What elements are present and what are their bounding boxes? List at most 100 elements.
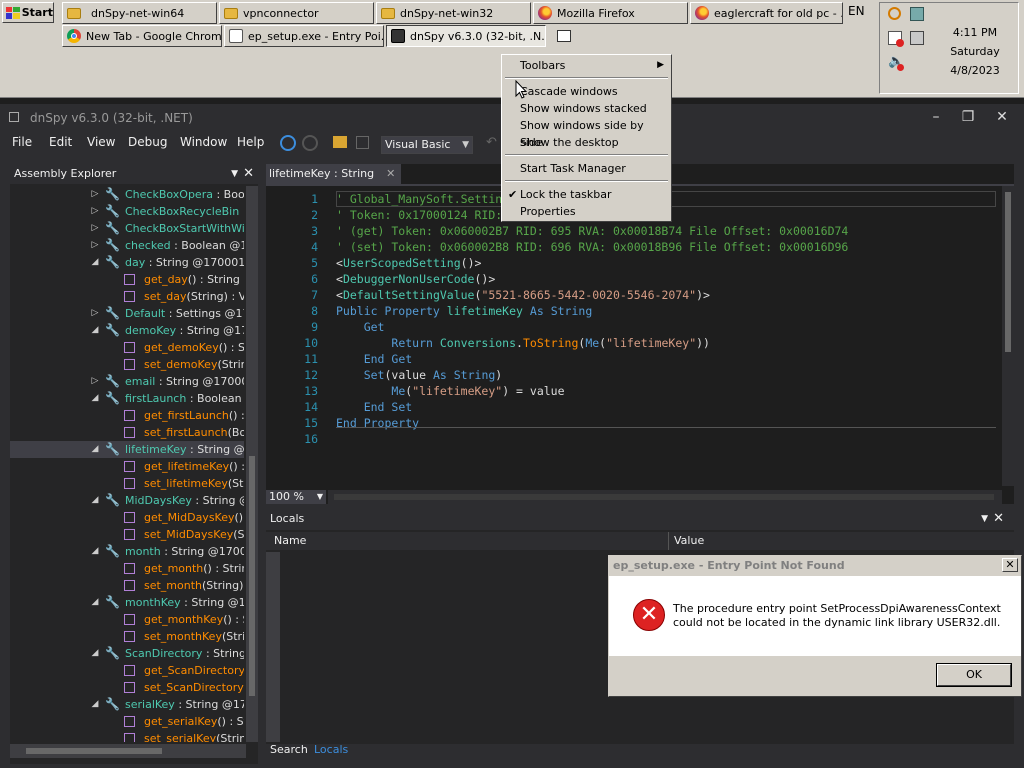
tree-item[interactable]: get_MidDaysKey() : — [10, 509, 244, 526]
tree-item[interactable]: get_day() : String @ — [10, 271, 244, 288]
tree-item[interactable]: ▷ 🔧 CheckBoxOpera : Boolea — [10, 186, 244, 203]
tree-item[interactable]: ◢ 🔧 demoKey : String @1700 — [10, 322, 244, 339]
tree-item[interactable]: ▷ 🔧 CheckBoxStartWithWind — [10, 220, 244, 237]
taskbar-item-dnspy-net-win64[interactable]: dnSpy-net-win64 — [62, 2, 217, 24]
column-value[interactable]: Value — [674, 532, 704, 550]
tab-search[interactable]: Search — [270, 740, 308, 760]
dropdown-icon[interactable]: ▼ — [981, 508, 988, 530]
expander-icon[interactable]: ▷ — [90, 186, 100, 203]
close-icon[interactable]: ✕ — [1002, 558, 1018, 572]
open-folder-icon[interactable] — [333, 136, 347, 148]
expander-icon[interactable]: ▷ — [90, 220, 100, 237]
tree-item[interactable]: ◢ 🔧 lifetimeKey : String @170 — [10, 441, 244, 458]
expander-icon[interactable]: ◢ — [90, 543, 100, 560]
menu-item-toolbars[interactable]: Toolbars ▶ — [504, 57, 669, 74]
start-button[interactable]: Start — [2, 2, 54, 23]
close-icon[interactable]: ✕ — [386, 167, 395, 180]
tree-item[interactable]: ▷ 🔧 checked : Boolean @170 — [10, 237, 244, 254]
expander-icon[interactable]: ◢ — [90, 594, 100, 611]
expander-icon[interactable]: ◢ — [90, 696, 100, 713]
vertical-scrollbar[interactable] — [246, 186, 258, 742]
expander-icon[interactable]: ▷ — [90, 373, 100, 390]
tree-item[interactable]: set_lifetimeKey(Strin — [10, 475, 244, 492]
forward-icon[interactable] — [302, 135, 318, 151]
editor-vertical-scrollbar[interactable] — [1002, 186, 1014, 486]
assembly-tree[interactable]: ▷ 🔧 CheckBoxOpera : Boolea ▷ 🔧 CheckBoxRecycl… — [10, 186, 244, 742]
tree-item[interactable]: ◢ 🔧 ScanDirectory : String @ — [10, 645, 244, 662]
menu-item-show-windows-stacked[interactable]: Show windows stacked — [504, 100, 669, 117]
menu-item-start-task-manager[interactable]: Start Task Manager — [504, 160, 669, 177]
expander-icon[interactable]: ◢ — [90, 645, 100, 662]
menu-debug[interactable]: Debug — [128, 135, 167, 149]
ok-button[interactable]: OK — [936, 663, 1012, 687]
expander-icon[interactable]: ◢ — [90, 441, 100, 458]
horizontal-scrollbar[interactable] — [10, 744, 246, 758]
menu-item-show-the-desktop[interactable]: Show the desktop — [504, 134, 669, 151]
taskbar-item-dnspy[interactable]: dnSpy v6.3.0 (32-bit, .N... — [386, 25, 546, 47]
tree-item[interactable]: set_day(String) : Voi — [10, 288, 244, 305]
tree-item[interactable]: ◢ 🔧 MidDaysKey : String @1: — [10, 492, 244, 509]
taskbar-item-mozilla-firefox[interactable]: Mozilla Firefox — [533, 2, 688, 24]
menu-item-cascade-windows[interactable]: Cascade windows — [504, 83, 669, 100]
tree-item[interactable]: set_firstLaunch(Bool — [10, 424, 244, 441]
maximize-icon[interactable]: ❐ — [958, 108, 978, 126]
tree-item[interactable]: get_firstLaunch() : B — [10, 407, 244, 424]
column-name[interactable]: Name — [274, 532, 306, 550]
tree-item[interactable]: ▷ 🔧 CheckBoxRecycleBin : Bo — [10, 203, 244, 220]
zoom-select[interactable]: 100 % ▼ — [266, 490, 326, 504]
tree-item[interactable]: get_month() : String — [10, 560, 244, 577]
tree-item[interactable]: get_serialKey() : Stri — [10, 713, 244, 730]
taskbar-item-dnspy-net-win32[interactable]: dnSpy-net-win32 — [376, 2, 531, 24]
code-view[interactable]: 1 2 3 4 5 6 7 8 9 10 11 12 13 14 15 16 ' Global_ManySof… — [266, 186, 1002, 486]
expander-icon[interactable]: ▷ — [90, 237, 100, 254]
menu-edit[interactable]: Edit — [49, 135, 72, 149]
update-icon[interactable] — [910, 7, 924, 21]
search-icon[interactable] — [888, 7, 901, 20]
menu-item-lock-the-taskbar[interactable]: ✔ Lock the taskbar — [504, 186, 669, 203]
network-icon[interactable] — [910, 31, 924, 45]
minimize-icon[interactable]: – — [926, 108, 946, 126]
close-icon[interactable]: ✕ — [993, 508, 1004, 530]
tree-item[interactable]: ◢ 🔧 month : String @170001 — [10, 543, 244, 560]
tree-item[interactable]: set_demoKey(String) — [10, 356, 244, 373]
menu-help[interactable]: Help — [237, 135, 264, 149]
tree-item[interactable]: ◢ 🔧 firstLaunch : Boolean @17( — [10, 390, 244, 407]
back-icon[interactable] — [280, 135, 296, 151]
tree-item[interactable]: get_monthKey() : St — [10, 611, 244, 628]
menu-window[interactable]: Window — [180, 135, 227, 149]
editor-horizontal-scrollbar[interactable] — [328, 490, 1002, 504]
tree-item[interactable]: set_MidDaysKey(Stri — [10, 526, 244, 543]
expander-icon[interactable]: ▷ — [90, 203, 100, 220]
expander-icon[interactable]: ◢ — [90, 254, 100, 271]
tree-item[interactable]: get_lifetimeKey() : S — [10, 458, 244, 475]
dropdown-icon[interactable]: ▼ — [231, 164, 238, 184]
taskbar-item-vpnconnector[interactable]: vpnconnector — [219, 2, 374, 24]
taskbar-item-ep-setup[interactable]: ep_setup.exe - Entry Poi... — [224, 25, 384, 47]
save-icon[interactable] — [356, 136, 369, 149]
tree-item[interactable]: get_demoKey() : Str — [10, 339, 244, 356]
tree-item[interactable]: ◢ 🔧 day : String @1700011C — [10, 254, 244, 271]
close-icon[interactable]: ✕ — [992, 108, 1012, 126]
volume-muted-icon[interactable]: 🔈 — [888, 55, 904, 71]
tree-item[interactable]: ◢ 🔧 monthKey : String @170 — [10, 594, 244, 611]
menu-view[interactable]: View — [87, 135, 115, 149]
locals-scrollbar[interactable] — [266, 552, 280, 742]
tree-item[interactable]: set_month(String) : ' — [10, 577, 244, 594]
taskbar-item-google-chrome[interactable]: New Tab - Google Chrome — [62, 25, 222, 47]
tab-locals[interactable]: Locals — [314, 740, 348, 760]
tree-item[interactable]: ◢ 🔧 serialKey : String @1700 — [10, 696, 244, 713]
tree-item[interactable]: ▷ 🔧 email : String @1700011 — [10, 373, 244, 390]
tree-item[interactable]: get_ScanDirectory() — [10, 662, 244, 679]
undo-icon[interactable]: ↶ — [486, 135, 497, 150]
taskbar-item-eaglercraft[interactable]: eaglercraft for old pc - ... — [690, 2, 843, 24]
expander-icon[interactable]: ◢ — [90, 390, 100, 407]
clock[interactable]: 4:11 PM Saturday 4/8/2023 — [935, 23, 1015, 80]
show-desktop-icon[interactable] — [557, 30, 571, 42]
decompiler-language-select[interactable]: Visual Basic ▼ — [381, 136, 473, 154]
tree-item[interactable]: ▷ 🔧 Default : Settings @1700 — [10, 305, 244, 322]
expander-icon[interactable]: ◢ — [90, 492, 100, 509]
expander-icon[interactable]: ◢ — [90, 322, 100, 339]
tab-lifetimekey[interactable]: lifetimeKey : String ✕ — [266, 164, 402, 184]
security-alert-icon[interactable] — [888, 31, 904, 47]
tree-item[interactable]: set_monthKey(String — [10, 628, 244, 645]
